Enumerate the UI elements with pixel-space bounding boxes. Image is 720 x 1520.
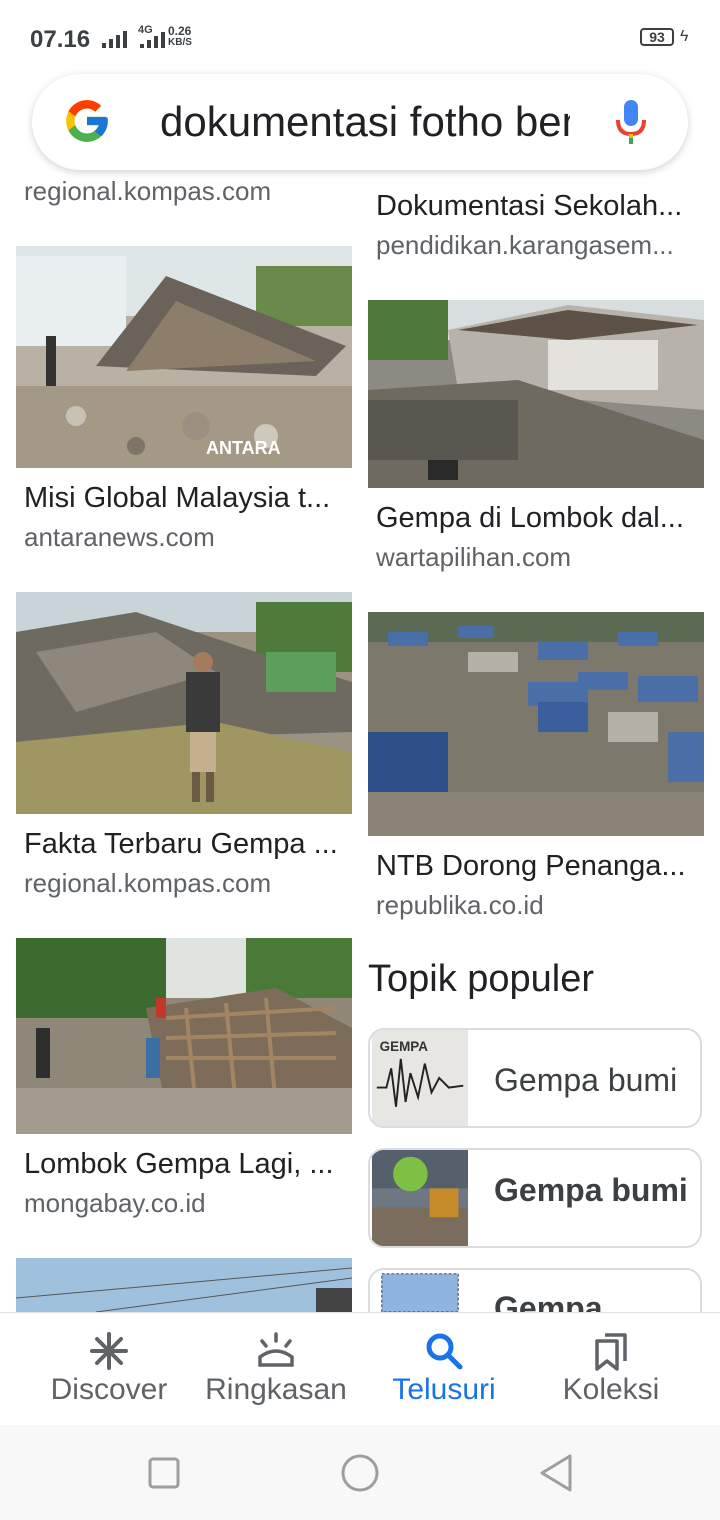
- result-image[interactable]: [368, 612, 704, 836]
- system-navigation-bar: [0, 1425, 720, 1520]
- topic-label: Gempa bumi: [494, 1172, 688, 1208]
- nav-label: Ringkasan: [205, 1373, 347, 1406]
- charging-icon: ϟ: [680, 28, 689, 45]
- search-bar[interactable]: dokumentasi fotho bencana: [32, 74, 688, 170]
- topic-image: [372, 1270, 468, 1312]
- result-image[interactable]: [368, 300, 704, 488]
- home-icon[interactable]: [340, 1453, 380, 1493]
- topic-label: Gempa bumi: [494, 1062, 678, 1098]
- result-title[interactable]: Dokumentasi Sekolah...: [376, 190, 706, 223]
- asterisk-icon: [90, 1332, 128, 1370]
- result-image[interactable]: [16, 1258, 352, 1312]
- result-title[interactable]: Misi Global Malaysia t...: [24, 482, 354, 515]
- signal-4g-icon: [140, 32, 165, 48]
- result-source[interactable]: mongabay.co.id: [24, 1188, 354, 1219]
- nav-telusuri[interactable]: Telusuri: [364, 1313, 524, 1425]
- result-image[interactable]: ANTARA: [16, 246, 352, 468]
- signal-icon: [102, 28, 127, 48]
- topics-heading: Topik populer: [368, 958, 595, 1000]
- result-title[interactable]: Gempa di Lombok dal...: [376, 502, 706, 535]
- google-logo-icon: [66, 100, 108, 142]
- recent-apps-icon[interactable]: [148, 1457, 180, 1489]
- status-time: 07.16: [30, 26, 91, 53]
- topic-image-text: GEMPA: [380, 1039, 429, 1054]
- microphone-icon[interactable]: [614, 98, 648, 148]
- bookmarks-icon: [595, 1333, 627, 1371]
- status-bar: 07.16 4G 0.26 KB/S 93 ϟ: [0, 0, 720, 72]
- network-speed: 0.26 KB/S: [168, 25, 192, 49]
- topic-label: Gempa: [494, 1290, 603, 1312]
- result-source[interactable]: republika.co.id: [376, 890, 706, 921]
- result-title[interactable]: Lombok Gempa Lagi, ...: [24, 1148, 354, 1181]
- watermark: ANTARA: [206, 438, 281, 458]
- result-image[interactable]: [16, 592, 352, 814]
- speed-value: 0.26: [168, 24, 192, 38]
- result-source[interactable]: pendidikan.karangasem...: [376, 230, 706, 261]
- topic-image: [372, 1150, 468, 1246]
- topic-chip[interactable]: Gempa: [368, 1268, 702, 1312]
- result-source[interactable]: regional.kompas.com: [24, 868, 354, 899]
- nav-ringkasan[interactable]: Ringkasan: [194, 1313, 358, 1425]
- result-title[interactable]: Fakta Terbaru Gempa ...: [24, 828, 354, 861]
- search-query-input[interactable]: dokumentasi fotho bencana: [160, 94, 570, 150]
- back-icon[interactable]: [538, 1453, 574, 1493]
- nav-koleksi[interactable]: Koleksi: [536, 1313, 686, 1425]
- speed-unit: KB/S: [168, 37, 192, 48]
- result-title[interactable]: NTB Dorong Penanga...: [376, 850, 706, 883]
- battery-indicator: 93: [640, 28, 674, 46]
- nav-label: Discover: [50, 1373, 168, 1406]
- nav-discover[interactable]: Discover: [24, 1313, 194, 1425]
- result-source[interactable]: antaranews.com: [24, 522, 354, 553]
- nav-label: Telusuri: [392, 1373, 496, 1406]
- nav-label: Koleksi: [562, 1373, 660, 1406]
- topic-image: GEMPA: [372, 1030, 468, 1126]
- result-source[interactable]: wartapilihan.com: [376, 542, 706, 573]
- bottom-navigation: Discover Ringkasan Telusuri Koleksi: [0, 1312, 720, 1425]
- search-icon: [426, 1333, 463, 1370]
- sunrise-icon: [258, 1332, 294, 1367]
- result-image[interactable]: [16, 938, 352, 1134]
- topic-chip[interactable]: Gempa bumi: [368, 1148, 702, 1248]
- result-source[interactable]: regional.kompas.com: [24, 176, 354, 207]
- topic-chip[interactable]: GEMPA Gempa bumi: [368, 1028, 702, 1128]
